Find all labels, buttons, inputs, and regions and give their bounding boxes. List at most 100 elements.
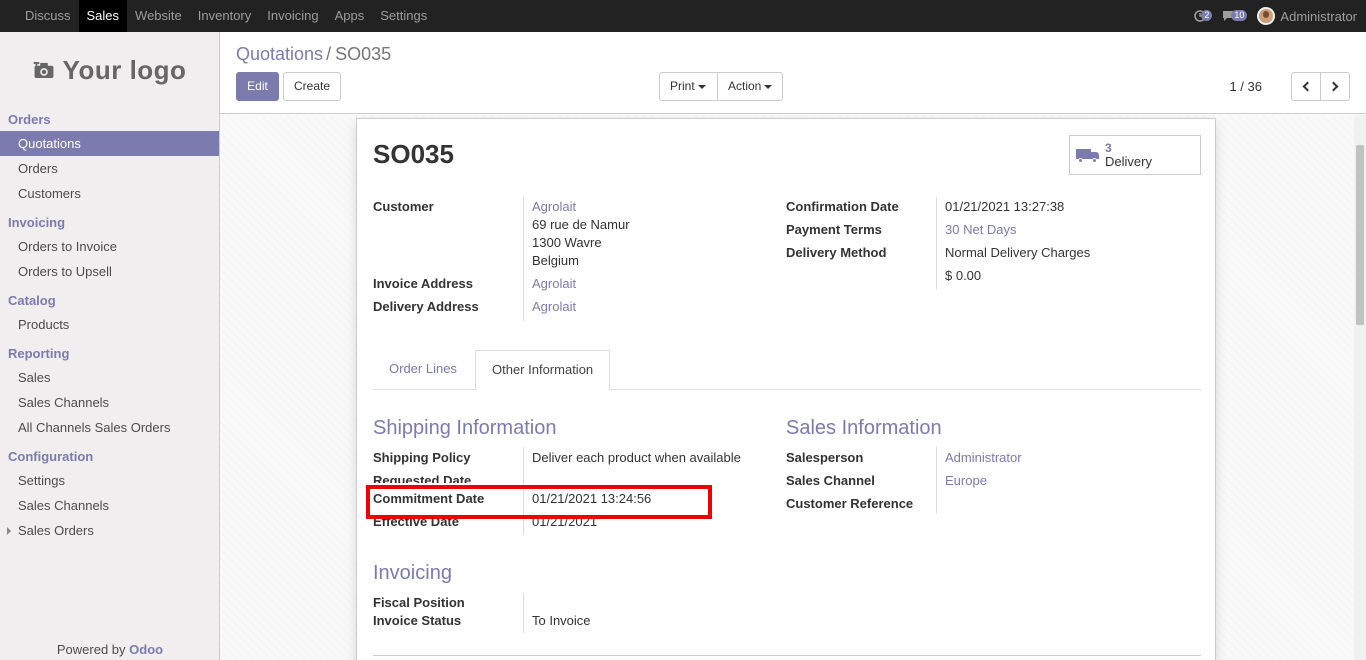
sidebar-section-invoicing: Invoicing — [8, 215, 66, 230]
order-title: SO035 — [373, 139, 454, 169]
scrollbar[interactable] — [1354, 115, 1366, 660]
invoice-status-value: To Invoice — [532, 613, 591, 628]
sidebar: Your logo Orders Quotations Orders Custo… — [0, 32, 220, 660]
sidebar-item-products[interactable]: Products — [0, 312, 219, 337]
invoice-status-label: Invoice Status — [373, 613, 462, 628]
customer-label: Customer — [373, 199, 434, 214]
salesperson-link[interactable]: Administrator — [945, 450, 1022, 465]
requested-date-label: Requested Date — [373, 473, 472, 483]
sidebar-section-catalog: Catalog — [8, 293, 56, 308]
field-separator — [936, 197, 937, 289]
powered-by-label: Powered by — [56, 642, 126, 657]
menu-invoicing[interactable]: Invoicing — [259, 0, 326, 32]
tab-other-information[interactable]: Other Information — [475, 350, 611, 391]
avatar — [1257, 7, 1276, 25]
sidebar-item-settings[interactable]: Settings — [0, 468, 219, 493]
menu-inventory[interactable]: Inventory — [190, 0, 259, 32]
tab-order-lines[interactable]: Order Lines — [373, 350, 473, 390]
sidebar-item-sales[interactable]: Sales — [0, 365, 219, 390]
delivery-method-label: Delivery Method — [786, 245, 887, 260]
breadcrumb: Quotations / SO035 — [236, 44, 391, 65]
shipping-policy-label: Shipping Policy — [373, 450, 471, 465]
messages-count: 10 — [1231, 9, 1248, 21]
form-sheet: 3 Delivery SO035 Customer Agrolait 69 ru… — [356, 118, 1216, 660]
sidebar-item-sales-orders[interactable]: Sales Orders — [0, 518, 219, 543]
invoice-address-label: Invoice Address — [373, 276, 473, 291]
menu-website[interactable]: Website — [127, 0, 190, 32]
pager-previous-button[interactable] — [1291, 72, 1321, 101]
chevron-left-icon — [1302, 81, 1313, 92]
delivery-smart-button[interactable]: 3 Delivery — [1069, 135, 1201, 175]
activity-count: 2 — [1201, 9, 1213, 21]
delivery-price-value: $ 0.00 — [945, 268, 982, 283]
sidebar-item-customers[interactable]: Customers — [0, 181, 219, 206]
action-dropdown[interactable]: Action — [717, 72, 783, 101]
activity-button[interactable]: 2 — [1194, 9, 1213, 22]
edit-button[interactable]: Edit — [236, 72, 279, 101]
invoicing-title: Invoicing — [373, 562, 452, 584]
field-separator — [523, 593, 524, 633]
fiscal-position-label: Fiscal Position — [373, 595, 465, 610]
delivery-label: Delivery — [1105, 154, 1152, 169]
pager-next-button[interactable] — [1320, 72, 1350, 101]
sales-information-title: Sales Information — [786, 417, 942, 439]
menu-apps[interactable]: Apps — [327, 0, 373, 32]
powered-by-brand[interactable]: Odoo — [129, 642, 163, 657]
sidebar-item-all-channels[interactable]: All Channels Sales Orders — [0, 415, 219, 440]
menu-sales[interactable]: Sales — [78, 0, 128, 32]
customer-address-line2: 1300 Wavre — [532, 235, 602, 250]
top-menu-bar: Discuss Sales Website Inventory Invoicin… — [0, 0, 1366, 32]
pager-value[interactable]: 1 / 36 — [1229, 79, 1262, 94]
customer-address-line3: Belgium — [532, 253, 579, 268]
sales-channel-label: Sales Channel — [786, 473, 875, 488]
shipping-information-title: Shipping Information — [373, 417, 557, 439]
commitment-date-highlight — [366, 485, 712, 519]
sidebar-section-configuration: Configuration — [8, 449, 94, 464]
payment-terms-label: Payment Terms — [786, 222, 882, 237]
breadcrumb-quotations[interactable]: Quotations — [236, 44, 323, 64]
form-tabs: Order Lines Other Information — [373, 350, 1201, 391]
sidebar-section-reporting: Reporting — [8, 346, 70, 361]
user-menu[interactable]: Administrator — [1257, 7, 1357, 25]
delivery-method-value: Normal Delivery Charges — [945, 245, 1091, 260]
form-view: 3 Delivery SO035 Customer Agrolait 69 ru… — [220, 115, 1354, 660]
shipping-policy-value[interactable]: Deliver each product when available — [532, 450, 741, 465]
sidebar-item-orders[interactable]: Orders — [0, 156, 219, 181]
app-menu: Discuss Sales Website Inventory Invoicin… — [17, 0, 435, 32]
systray: 2 10 Administrator — [1194, 0, 1357, 32]
truck-icon — [1076, 147, 1100, 163]
salesperson-label: Salesperson — [786, 450, 864, 465]
customer-address-line1: 69 rue de Namur — [532, 217, 630, 232]
menu-settings[interactable]: Settings — [372, 0, 435, 32]
print-dropdown[interactable]: Print — [659, 72, 718, 101]
delivery-address-label: Delivery Address — [373, 299, 479, 314]
delivery-stat: 3 Delivery — [1105, 141, 1152, 169]
customer-link[interactable]: Agrolait — [532, 199, 576, 214]
field-separator — [523, 197, 524, 321]
sidebar-item-quotations[interactable]: Quotations — [0, 131, 219, 156]
payment-terms-link[interactable]: 30 Net Days — [945, 222, 1017, 237]
chevron-down-icon — [764, 84, 773, 89]
sidebar-item-sales-channels[interactable]: Sales Channels — [0, 390, 219, 415]
powered-by: Powered by Odoo — [0, 642, 220, 657]
scrollbar-thumb[interactable] — [1356, 145, 1364, 325]
delivery-address-link[interactable]: Agrolait — [532, 299, 576, 314]
sidebar-item-orders-to-invoice[interactable]: Orders to Invoice — [0, 234, 219, 259]
control-panel: Quotations / SO035 Edit Create Print Actio… — [220, 32, 1366, 114]
delivery-count: 3 — [1105, 141, 1112, 155]
menu-discuss[interactable]: Discuss — [17, 0, 79, 32]
confirmation-date-value: 01/21/2021 13:27:38 — [945, 199, 1065, 214]
company-logo[interactable]: Your logo — [0, 32, 219, 108]
camera-icon — [33, 61, 53, 78]
sales-channel-link[interactable]: Europe — [945, 473, 987, 488]
create-button[interactable]: Create — [283, 72, 341, 101]
chevron-down-icon — [697, 84, 706, 89]
messages-button[interactable]: 10 — [1222, 9, 1248, 22]
logo-text: Your logo — [62, 54, 187, 85]
invoice-address-link[interactable]: Agrolait — [532, 276, 576, 291]
divider — [373, 655, 1201, 656]
sidebar-item-config-sales-channels[interactable]: Sales Channels — [0, 493, 219, 518]
sidebar-item-orders-to-upsell[interactable]: Orders to Upsell — [0, 259, 219, 284]
customer-reference-label: Customer Reference — [786, 496, 914, 511]
field-separator — [936, 447, 937, 513]
